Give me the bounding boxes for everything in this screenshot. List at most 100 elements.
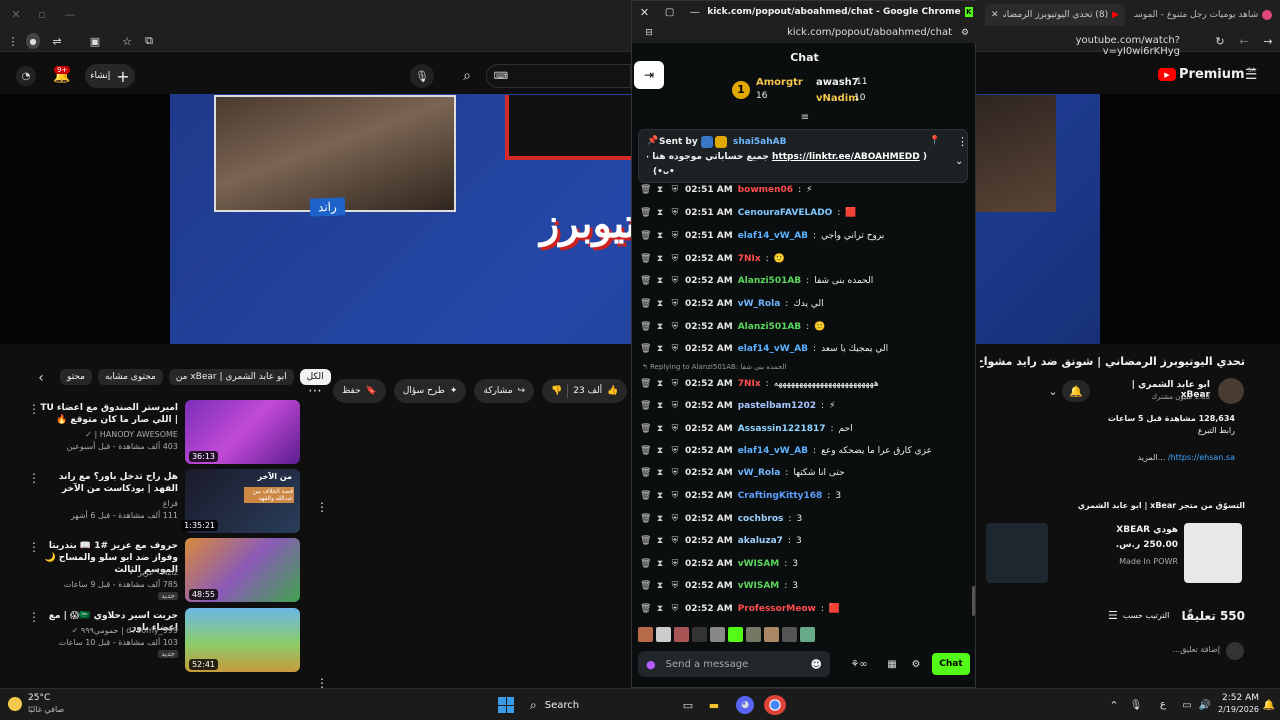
mic-icon[interactable]: 🎙 <box>410 64 434 88</box>
more-link[interactable]: ...المزيد <box>1138 453 1166 462</box>
ban-icon[interactable]: ⛨ <box>670 514 680 524</box>
message-user[interactable]: vWISAM <box>738 581 780 591</box>
discord-icon[interactable]: ◕ <box>736 696 754 714</box>
delete-icon[interactable]: 🗑 <box>640 185 651 195</box>
extensions-icon[interactable]: ⇌ <box>50 33 64 49</box>
timeout-icon[interactable]: ⧗ <box>655 231 665 241</box>
delete-icon[interactable]: 🗑 <box>640 446 651 456</box>
description-link[interactable]: https://ehsan.sa/ <box>1168 453 1235 462</box>
ban-icon[interactable]: ⛨ <box>670 254 680 264</box>
emote-icon[interactable] <box>746 627 761 642</box>
timeout-icon[interactable]: ⧗ <box>655 299 665 309</box>
clock-time[interactable]: 2:52 AM <box>1222 693 1259 703</box>
emote-icon[interactable] <box>728 627 743 642</box>
message-user[interactable]: bowmen06 <box>738 185 793 195</box>
tab-youtube[interactable]: ▶ (8) تحدي اليوتيوبرز الرمضاني ✕ <box>985 4 1125 26</box>
chrome-icon[interactable] <box>764 695 786 715</box>
timeout-icon[interactable]: ⧗ <box>655 446 665 456</box>
timeout-icon[interactable]: ⧗ <box>655 185 665 195</box>
chat-message[interactable]: 🗑 ⧗ ⛨ 02:52 AM vWISAM:3 <box>640 554 970 574</box>
windows-start-icon[interactable] <box>498 697 514 713</box>
task-view-icon[interactable]: ▭ <box>680 697 696 713</box>
message-user[interactable]: pastelbam1202 <box>738 401 816 411</box>
notification-center-icon[interactable]: 🔔 <box>1262 697 1276 713</box>
chat-input-box[interactable]: ● Send a message ☻ <box>638 651 830 677</box>
star-icon[interactable]: ☆ <box>120 33 134 49</box>
ban-icon[interactable]: ⛨ <box>670 468 680 478</box>
chat-message[interactable]: 🗑 ⧗ ⛨ 02:52 AM vW_Rola: الي يدك <box>640 294 970 314</box>
delete-icon[interactable]: 🗑 <box>640 424 651 434</box>
delete-icon[interactable]: 🗑 <box>640 231 651 241</box>
delete-icon[interactable]: 🗑 <box>640 468 651 478</box>
delete-icon[interactable]: 🗑 <box>640 536 651 546</box>
emote-icon[interactable] <box>656 627 671 642</box>
site-info-icon[interactable]: ⊟ <box>642 26 656 40</box>
message-user[interactable]: akaluza7 <box>738 536 783 546</box>
kebab-menu-icon[interactable]: ⋮ <box>28 402 40 416</box>
maximize-window-icon[interactable]: ▢ <box>657 7 682 18</box>
chat-send-button[interactable]: Chat <box>932 653 970 675</box>
chat-url[interactable]: kick.com/popout/aboahmed/chat <box>752 27 952 38</box>
message-user[interactable]: ProfessorMeow <box>738 604 816 614</box>
message-user[interactable]: vWISAM <box>738 559 780 569</box>
menu-icon[interactable]: ⋮ <box>6 33 20 49</box>
pinned-link[interactable]: https://linktr.ee/ABOAHMEDD <box>772 152 920 162</box>
delete-icon[interactable]: 🗑 <box>640 581 651 591</box>
product-image-2[interactable] <box>986 523 1048 583</box>
chat-message[interactable]: 🗑 ⧗ ⛨ 02:52 AM vWISAM:3 <box>640 576 970 596</box>
weather-temp[interactable]: 25°C <box>28 693 50 703</box>
timeout-icon[interactable]: ⧗ <box>655 559 665 569</box>
sidebar-icon[interactable]: ▣ <box>88 33 102 49</box>
dislike-icon[interactable]: 👎 <box>551 386 562 396</box>
subscribe-dropdown-icon[interactable]: ⌄ <box>1046 383 1060 399</box>
leader-first-name[interactable]: Amorgtr <box>756 77 803 88</box>
chat-scrollbar[interactable] <box>972 586 975 616</box>
ban-icon[interactable]: ⛨ <box>670 536 680 546</box>
chat-message[interactable]: 🗑 ⧗ ⛨ 02:52 AM Alanzi501AB: الحمده بنى شفا <box>640 271 970 291</box>
search-icon[interactable]: ⌕ <box>455 64 479 88</box>
channel-avatar[interactable] <box>1218 378 1244 404</box>
chat-message[interactable]: 🗑 ⧗ ⛨ 02:51 AM CenouraFAVELADO: 🟥 <box>640 203 970 223</box>
share-button[interactable]: مشاركة ↪ <box>474 379 535 403</box>
ban-icon[interactable]: ⛨ <box>670 208 680 218</box>
profile-icon[interactable]: ● <box>26 33 40 49</box>
message-user[interactable]: CenouraFAVELADO <box>738 208 833 218</box>
message-user[interactable]: CraftingKitty168 <box>738 491 823 501</box>
chat-message[interactable]: 🗑 ⧗ ⛨ 02:52 AM elaf14_vW_AB: عزي كارق عرا ما … <box>640 441 970 461</box>
ban-icon[interactable]: ⛨ <box>670 322 680 332</box>
message-user[interactable]: elaf14_vW_AB <box>738 231 808 241</box>
file-explorer-icon[interactable]: ▬ <box>706 697 722 713</box>
chat-message[interactable]: 🗑 ⧗ ⛨ 02:52 AM vW_Rola: حتى انا شكتها <box>640 463 970 483</box>
chat-message[interactable]: 🗑 ⧗ ⛨ 02:52 AM Alanzi501AB: 🙂 <box>640 317 970 337</box>
tray-chevron-icon[interactable]: ⌃ <box>1108 697 1120 713</box>
timeout-icon[interactable]: ⧗ <box>655 254 665 264</box>
share-page-icon[interactable]: ⧉ <box>142 33 156 49</box>
chat-message[interactable]: 🗑 ⧗ ⛨ 02:52 AM CraftingKitty168:3 <box>640 486 970 506</box>
chip-similar-cut[interactable]: محتو <box>60 369 92 385</box>
subscribe-bell-icon[interactable]: 🔔 <box>1062 380 1090 402</box>
message-user[interactable]: Alanzi501AB <box>738 322 801 332</box>
suggestion-item[interactable]: من الآخر قصة الخلاف بين عبدالله والفهد 1… <box>20 469 300 535</box>
account-avatar[interactable]: ◔ <box>16 66 36 86</box>
kebab-menu-icon[interactable]: ⋮ <box>316 500 328 514</box>
delete-icon[interactable]: 🗑 <box>640 322 651 332</box>
delete-icon[interactable]: 🗑 <box>640 604 651 614</box>
message-user[interactable]: vW_Rola <box>738 299 781 309</box>
description-box[interactable]: 128,634 مشاهدة قبل 5 ساعات رابط التبرع h… <box>980 408 1245 480</box>
message-user[interactable]: 7NIx <box>738 379 761 389</box>
delete-icon[interactable]: 🗑 <box>640 299 651 309</box>
sort-button[interactable]: ☰ الترتيب حسب <box>1108 609 1169 622</box>
timeout-icon[interactable]: ⧗ <box>655 468 665 478</box>
message-user[interactable]: 7NIx <box>738 254 761 264</box>
timeout-icon[interactable]: ⧗ <box>655 491 665 501</box>
chat-message[interactable]: 🗑 ⧗ ⛨ 02:52 AM cochbros:3 <box>640 509 970 529</box>
ban-icon[interactable]: ⛨ <box>670 424 680 434</box>
ban-icon[interactable]: ⛨ <box>670 185 680 195</box>
chip-similar[interactable]: محتوى مشابه <box>98 369 163 385</box>
language-indicator[interactable]: ع <box>1160 699 1166 710</box>
leader-second-name[interactable]: awash7 <box>816 77 859 88</box>
ban-icon[interactable]: ⛨ <box>670 299 680 309</box>
settings-icon[interactable]: ⚙ <box>908 656 924 672</box>
emote-icon[interactable] <box>764 627 779 642</box>
tray-mic-icon[interactable]: 🎙 <box>1130 697 1143 713</box>
